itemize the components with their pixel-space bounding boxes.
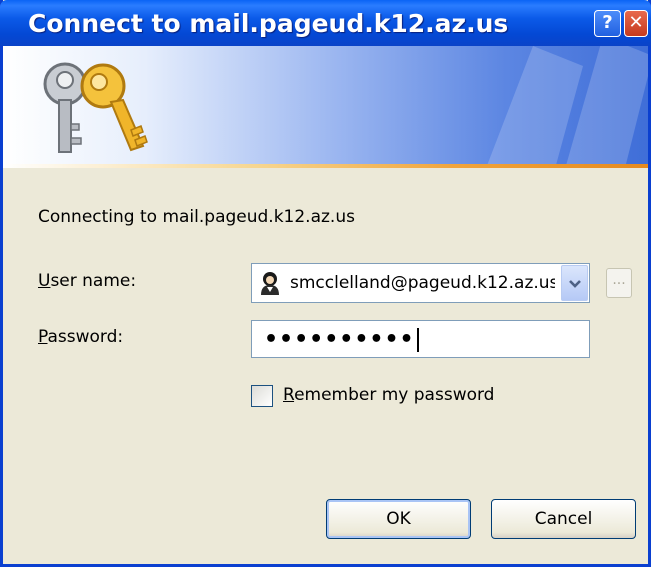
cancel-button[interactable]: Cancel bbox=[491, 499, 636, 539]
password-label-text: assword: bbox=[47, 327, 124, 347]
remember-password-checkbox[interactable] bbox=[251, 385, 273, 407]
dialog-banner bbox=[3, 46, 648, 164]
keys-icon bbox=[43, 62, 148, 153]
window-title: Connect to mail.pageud.k12.az.us bbox=[28, 9, 509, 38]
help-button[interactable]: ? bbox=[594, 10, 621, 37]
user-name-dropdown-button[interactable] bbox=[561, 265, 588, 301]
title-bar[interactable]: Connect to mail.pageud.k12.az.us ? ✕ bbox=[0, 0, 651, 46]
connect-dialog: Connect to mail.pageud.k12.az.us ? ✕ Con… bbox=[0, 0, 651, 567]
password-masked-value: •••••••••• bbox=[264, 327, 419, 352]
browse-button[interactable]: ... bbox=[606, 268, 632, 298]
remember-label-text: emember my password bbox=[294, 385, 495, 405]
user-avatar-icon bbox=[261, 272, 279, 295]
banner-divider bbox=[3, 164, 648, 168]
password-label: Password: bbox=[38, 327, 123, 347]
remember-access-key: R bbox=[283, 385, 295, 405]
banner-watermark-icon bbox=[487, 46, 648, 164]
password-dots: •••••••••• bbox=[264, 327, 415, 352]
password-field[interactable]: •••••••••• bbox=[251, 320, 590, 358]
chevron-down-icon bbox=[569, 280, 581, 288]
ok-button[interactable]: OK bbox=[326, 499, 471, 539]
user-name-label: User name: bbox=[38, 271, 136, 291]
text-caret bbox=[416, 328, 419, 352]
user-name-combobox[interactable]: smcclelland@pageud.k12.az.us bbox=[251, 263, 590, 303]
remember-password-label[interactable]: Remember my password bbox=[283, 385, 494, 405]
connecting-text: Connecting to mail.pageud.k12.az.us bbox=[38, 207, 355, 227]
user-name-value: smcclelland@pageud.k12.az.us bbox=[290, 273, 555, 293]
user-name-label-text: ser name: bbox=[50, 271, 137, 291]
password-access-key: P bbox=[38, 327, 48, 347]
close-button[interactable]: ✕ bbox=[624, 10, 648, 37]
user-name-access-key: U bbox=[38, 271, 51, 291]
